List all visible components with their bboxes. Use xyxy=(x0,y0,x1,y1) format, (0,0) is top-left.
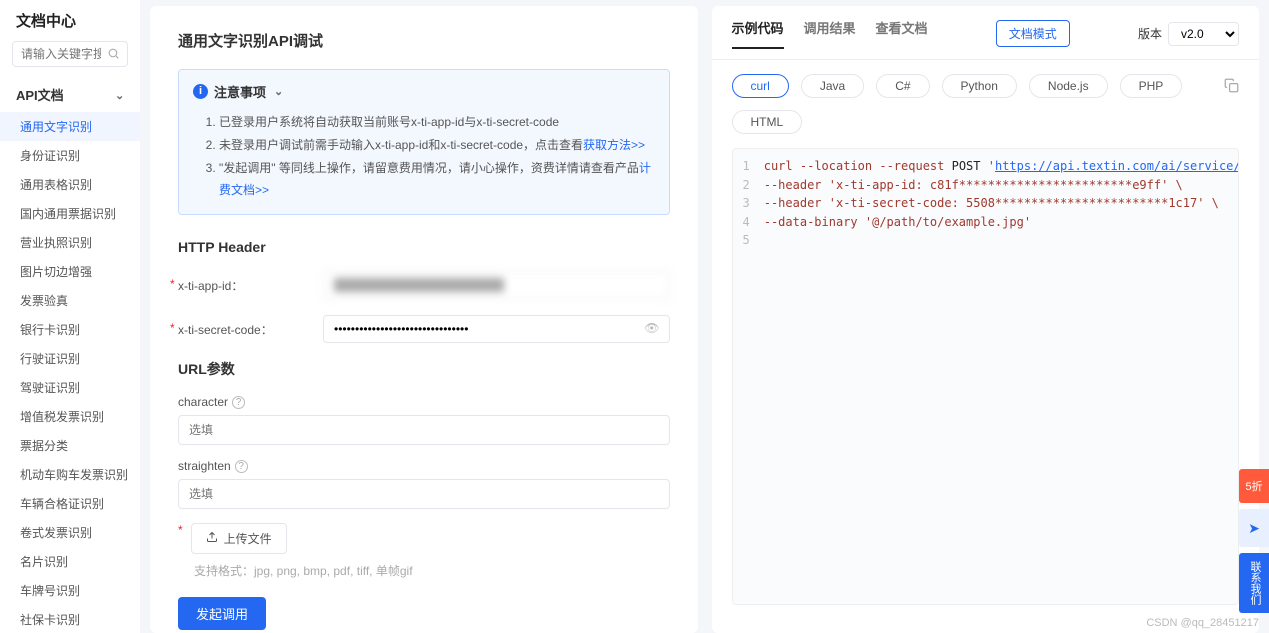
http-header-title: HTTP Header xyxy=(178,239,670,255)
upload-label: 上传文件 xyxy=(224,530,272,547)
contact-button[interactable]: 联系我们 xyxy=(1239,553,1269,613)
param2-input[interactable] xyxy=(178,479,670,509)
sidebar-item[interactable]: 图片切边增强 xyxy=(0,257,140,286)
debug-panel: 通用文字识别API调试 i 注意事项 ⌄ 已登录用户系统将自动获取当前账号x-t… xyxy=(150,6,698,633)
tab[interactable]: 示例代码 xyxy=(732,18,784,49)
alert-title: 注意事项 xyxy=(214,82,266,101)
tab[interactable]: 查看文档 xyxy=(876,18,928,49)
sidebar-item[interactable]: 名片识别 xyxy=(0,547,140,576)
lang-button[interactable]: curl xyxy=(732,74,789,98)
sidebar-item[interactable]: 发票验真 xyxy=(0,286,140,315)
chevron-down-icon: ⌄ xyxy=(274,85,283,98)
sidebar: 文档中心 API文档 ⌃ 通用文字识别身份证识别通用表格识别国内通用票据识别营业… xyxy=(0,0,140,633)
info-icon: i xyxy=(193,84,208,99)
lang-button[interactable]: HTML xyxy=(732,110,803,134)
sidebar-item[interactable]: 通用表格识别 xyxy=(0,170,140,199)
app-id-label: x-ti-app-id： xyxy=(178,277,323,294)
page-title: 通用文字识别API调试 xyxy=(178,30,670,51)
right-header: 示例代码调用结果查看文档 文档模式 版本 v2.0 xyxy=(712,6,1260,49)
alert-link[interactable]: 计费文档>> xyxy=(219,161,651,198)
alert-header[interactable]: i 注意事项 ⌄ xyxy=(193,82,655,101)
sidebar-item[interactable]: 驾驶证识别 xyxy=(0,373,140,402)
alert-item: 未登录用户调试前需手动输入x-ti-app-id和x-ti-secret-cod… xyxy=(219,134,655,157)
app-id-input[interactable] xyxy=(323,271,670,299)
float-column: 5折 ➤ 联系我们 xyxy=(1239,469,1269,613)
sidebar-item[interactable]: 社保卡识别 xyxy=(0,605,140,633)
help-icon[interactable]: ? xyxy=(235,460,248,473)
sidebar-title: 文档中心 xyxy=(0,0,140,41)
url-params-title: URL参数 xyxy=(178,359,670,379)
chevron-up-icon: ⌃ xyxy=(115,88,124,101)
watermark: CSDN @qq_28451217 xyxy=(1146,617,1259,629)
main: 通用文字识别API调试 i 注意事项 ⌄ 已登录用户系统将自动获取当前账号x-t… xyxy=(140,0,1269,633)
sidebar-section-header[interactable]: API文档 ⌃ xyxy=(0,77,140,112)
sidebar-section-label: API文档 xyxy=(16,85,64,104)
sidebar-item[interactable]: 通用文字识别 xyxy=(0,112,140,141)
version-select: 版本 v2.0 xyxy=(1138,22,1239,46)
required-mark: * xyxy=(178,523,183,537)
param-character: character? xyxy=(178,395,670,445)
lang-button[interactable]: Node.js xyxy=(1029,74,1108,98)
upload-button[interactable]: 上传文件 xyxy=(191,523,287,554)
secret-row: x-ti-secret-code： 👁 xyxy=(178,315,670,343)
upload-icon xyxy=(206,531,218,546)
code-content: curl --location --request POST 'https://… xyxy=(760,149,1239,604)
alert-box: i 注意事项 ⌄ 已登录用户系统将自动获取当前账号x-ti-app-id与x-t… xyxy=(178,69,670,215)
help-icon[interactable]: ? xyxy=(232,396,245,409)
sidebar-item[interactable]: 行驶证识别 xyxy=(0,344,140,373)
sidebar-item[interactable]: 增值税发票识别 xyxy=(0,402,140,431)
param1-input[interactable] xyxy=(178,415,670,445)
sidebar-item[interactable]: 身份证识别 xyxy=(0,141,140,170)
version-label: 版本 xyxy=(1138,25,1162,42)
tab[interactable]: 调用结果 xyxy=(804,18,856,49)
eye-icon[interactable]: 👁 xyxy=(644,321,659,335)
secret-label: x-ti-secret-code： xyxy=(178,321,323,338)
code-gutter: 12345 xyxy=(733,149,760,604)
support-formats: 支持格式：jpg, png, bmp, pdf, tiff, 单帧gif xyxy=(194,562,670,579)
lang-row: curl Java C# Python Node.js PHP HTML xyxy=(732,74,1240,134)
search-box xyxy=(12,41,128,67)
code-panel: 示例代码调用结果查看文档 文档模式 版本 v2.0 curl Java C# Pyth… xyxy=(712,6,1260,633)
version-dropdown[interactable]: v2.0 xyxy=(1168,22,1239,46)
param-straighten: straighten? xyxy=(178,459,670,509)
secret-input[interactable] xyxy=(323,315,670,343)
tabs: 示例代码调用结果查看文档 xyxy=(732,18,928,49)
sidebar-item[interactable]: 营业执照识别 xyxy=(0,228,140,257)
alert-item: "发起调用" 等同线上操作，请留意费用情况，请小心操作，资费详情请查看产品计费文… xyxy=(219,157,655,203)
param1-label: character xyxy=(178,395,228,409)
doc-mode-button[interactable]: 文档模式 xyxy=(996,20,1070,47)
nav-list: 通用文字识别身份证识别通用表格识别国内通用票据识别营业执照识别图片切边增强发票验… xyxy=(0,112,140,633)
alert-link[interactable]: 获取方法>> xyxy=(583,138,645,152)
copy-icon[interactable] xyxy=(1224,78,1239,96)
sidebar-item[interactable]: 机动车购车发票识别 xyxy=(0,460,140,489)
sidebar-item[interactable]: 票据分类 xyxy=(0,431,140,460)
lang-button[interactable]: PHP xyxy=(1120,74,1183,98)
run-button[interactable]: 发起调用 xyxy=(178,597,266,630)
sidebar-item[interactable]: 车牌号识别 xyxy=(0,576,140,605)
sidebar-item[interactable]: 卷式发票识别 xyxy=(0,518,140,547)
app-id-row: x-ti-app-id： xyxy=(178,271,670,299)
alert-list: 已登录用户系统将自动获取当前账号x-ti-app-id与x-ti-secret-… xyxy=(193,111,655,202)
sidebar-item[interactable]: 车辆合格证识别 xyxy=(0,489,140,518)
param2-label: straighten xyxy=(178,459,231,473)
search-icon xyxy=(107,47,120,63)
feedback-button[interactable]: ➤ xyxy=(1239,509,1269,547)
lang-button[interactable]: Java xyxy=(801,74,864,98)
right-body: curl Java C# Python Node.js PHP HTML 12345 cur… xyxy=(712,59,1260,625)
lang-button[interactable]: C# xyxy=(876,74,929,98)
upload-row: * 上传文件 xyxy=(178,523,670,554)
code-box[interactable]: 12345 curl --location --request POST 'ht… xyxy=(732,148,1240,605)
sidebar-item[interactable]: 国内通用票据识别 xyxy=(0,199,140,228)
promo-badge[interactable]: 5折 xyxy=(1239,469,1269,503)
alert-item: 已登录用户系统将自动获取当前账号x-ti-app-id与x-ti-secret-… xyxy=(219,111,655,134)
sidebar-item[interactable]: 银行卡识别 xyxy=(0,315,140,344)
lang-button[interactable]: Python xyxy=(942,74,1017,98)
